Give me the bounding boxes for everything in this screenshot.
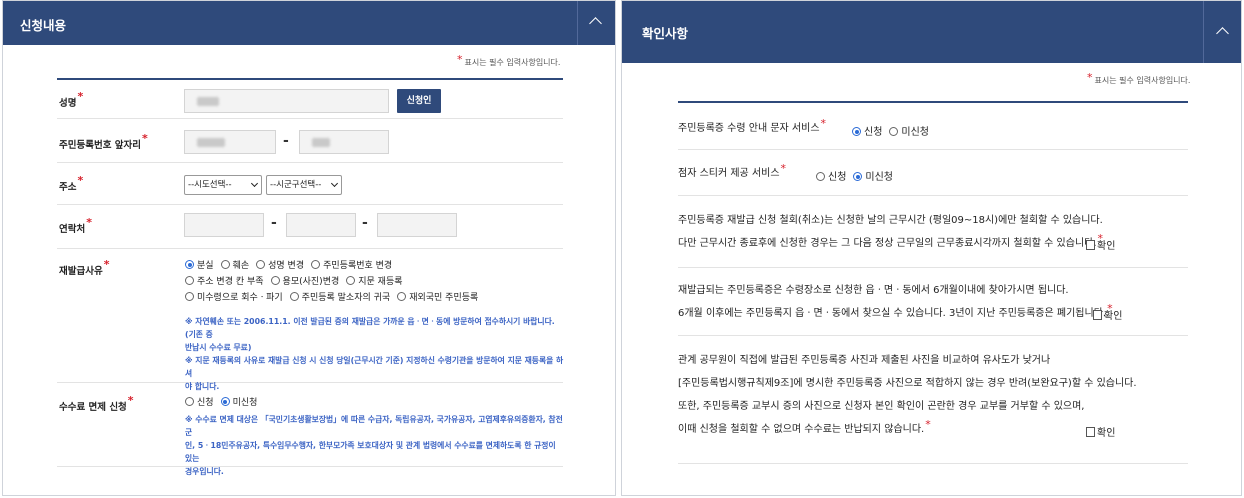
required-marker: *	[1087, 71, 1093, 84]
row-sms-service: 주민등록증 수령 안내 문자 서비스* 신청 미신청	[678, 103, 1188, 150]
row-braille-service: 점자 스티커 제공 서비스* 신청 미신청	[678, 150, 1188, 196]
required-note: * 표시는 필수 입력사항입니다.	[1086, 71, 1191, 88]
confirm-checkbox-3[interactable]: 확인	[1086, 424, 1115, 439]
collapse-toggle[interactable]	[1203, 1, 1241, 63]
row-pickup-notice: 재발급되는 주민등록증은 수령장소로 신청한 읍ㆍ면ㆍ동에서 6개월이내에 찾아…	[678, 268, 1188, 336]
chevron-down-icon	[250, 179, 259, 188]
radio-icon	[816, 172, 825, 181]
reason-option-photo-change[interactable]: 용모(사진)변경	[270, 274, 339, 287]
reason-option-uncollected[interactable]: 미수령으로 회수ㆍ파기	[185, 290, 283, 303]
radio-icon	[289, 292, 299, 301]
radio-selected-icon	[852, 127, 861, 136]
phone-label: 연락처*	[59, 216, 92, 235]
phone-part3-input[interactable]	[377, 213, 457, 237]
sigungu-select[interactable]: --시군구선택--	[266, 175, 342, 195]
rrn-back-input[interactable]	[299, 130, 389, 154]
fee-option-not-apply[interactable]: 미신청	[220, 395, 257, 408]
panel-header: 신청내용	[3, 1, 615, 45]
sms-label: 주민등록증 수령 안내 문자 서비스*	[678, 117, 827, 134]
phone-part1-input[interactable]	[184, 213, 264, 237]
sido-select[interactable]: --시도선택--	[184, 175, 262, 195]
phone-separator: -	[362, 215, 368, 231]
braille-label: 점자 스티커 제공 서비스*	[678, 162, 787, 179]
applicant-button[interactable]: 신청인	[397, 89, 441, 113]
reason-notes: ※ 자연훼손 또는 2006.11.1. 이전 발급된 증의 재발급은 가까운 …	[185, 317, 564, 391]
rrn-separator: -	[283, 133, 289, 149]
radio-icon	[220, 260, 230, 269]
reason-label: 재발급사유*	[59, 258, 110, 277]
radio-icon	[397, 292, 407, 301]
blurred-value	[312, 138, 330, 147]
fee-option-apply[interactable]: 신청	[185, 395, 214, 408]
braille-option-apply[interactable]: 신청	[816, 168, 846, 183]
radio-icon	[185, 397, 194, 406]
chevron-up-icon	[1216, 27, 1229, 40]
chevron-down-icon	[330, 179, 339, 188]
radio-icon	[185, 276, 194, 285]
required-note-text: 표시는 필수 입력사항입니다.	[464, 58, 561, 67]
sms-options: 신청 미신청	[852, 123, 936, 138]
reason-option-fingerprint[interactable]: 지문 재등록	[346, 274, 403, 287]
radio-selected-icon	[185, 260, 194, 269]
row-address: 주소* --시도선택-- --시군구선택--	[57, 163, 563, 205]
notice-text: 재발급되는 주민등록증은 수령장소로 신청한 읍ㆍ면ㆍ동에서 6개월이내에 찾아…	[678, 285, 1113, 319]
notice-text: 관계 공무원이 직접에 발급된 주민등록증 사진과 제출된 사진을 비교하여 유…	[678, 355, 1137, 435]
confirm-checkbox-1[interactable]: 확인	[1086, 237, 1115, 252]
reason-option-return[interactable]: 주민등록 말소자의 귀국	[289, 290, 390, 303]
braille-option-not-apply[interactable]: 미신청	[853, 168, 893, 183]
radio-icon	[270, 276, 280, 285]
panel-title: 신청내용	[20, 18, 67, 33]
fee-notes: ※ 수수료 면제 대상은 「국민기초생활보장법」에 따른 수급자, 독립유공자,…	[185, 415, 563, 476]
reason-option-rrn-change[interactable]: 주민등록번호 변경	[311, 258, 392, 271]
reason-option-overseas[interactable]: 재외국민 주민등록	[397, 290, 478, 303]
reason-option-lost[interactable]: 분실	[185, 258, 214, 271]
row-withdrawal-notice: 주민등록증 재발급 신청 철회(취소)는 신청한 날의 근무시간 (평일09~1…	[678, 196, 1188, 268]
radio-icon	[889, 127, 899, 136]
rrn-front-input[interactable]	[184, 130, 276, 154]
row-fee-exemption: 수수료 면제 신청* 신청 미신청 ※ 수수료 면제 대상은 「국민기초생활보장법…	[57, 383, 563, 476]
blurred-value	[197, 138, 225, 147]
radio-icon	[311, 260, 321, 269]
checkbox-icon	[1086, 240, 1095, 250]
reason-option-damaged[interactable]: 훼손	[220, 258, 249, 271]
fee-options: 신청 미신청	[185, 395, 264, 411]
name-label: 성명*	[59, 90, 84, 109]
collapse-toggle[interactable]	[577, 1, 615, 45]
row-photo-notice: 관계 공무원이 직접에 발급된 주민등록증 사진과 제출된 사진을 비교하여 유…	[678, 336, 1188, 464]
notice-text: 주민등록증 재발급 신청 철회(취소)는 신청한 날의 근무시간 (평일09~1…	[678, 215, 1104, 249]
row-rrn: 주민등록번호 앞자리* -	[57, 119, 563, 163]
reason-option-name-change[interactable]: 성명 변경	[256, 258, 304, 271]
blurred-value	[197, 97, 219, 106]
panel-title: 확인사항	[642, 26, 689, 41]
fee-label: 수수료 면제 신청*	[59, 394, 134, 413]
radio-icon	[185, 292, 194, 301]
checkbox-icon	[1086, 427, 1095, 437]
phone-separator: -	[271, 215, 277, 231]
radio-icon	[256, 260, 266, 269]
row-phone: 연락처* - -	[57, 205, 563, 249]
confirm-checkbox-2[interactable]: 확인	[1093, 307, 1122, 322]
confirmation-panel: 확인사항 * 표시는 필수 입력사항입니다. 주민등록증 수령 안내 문자 서비스…	[621, 0, 1242, 496]
braille-options: 신청 미신청	[816, 168, 900, 183]
application-panel: 신청내용 * 표시는 필수 입력사항입니다. 성명* 신청인 주민등록번호 앞자리…	[2, 0, 616, 496]
rrn-label: 주민등록번호 앞자리*	[59, 132, 148, 151]
required-note: * 표시는 필수 입력사항입니다.	[456, 53, 561, 70]
reason-option-address-space[interactable]: 주소 변경 칸 부족	[185, 274, 264, 287]
sms-option-not-apply[interactable]: 미신청	[889, 123, 929, 138]
row-reissue-reason: 재발급사유* 분실 훼손 성명 변경 주민등록번호 변경 주소 변경 칸 부족 용모(사…	[57, 249, 563, 391]
address-label: 주소*	[59, 174, 84, 193]
row-name: 성명* 신청인	[57, 80, 563, 119]
name-input[interactable]	[184, 89, 389, 113]
chevron-up-icon	[589, 17, 602, 30]
radio-icon	[346, 276, 356, 285]
radio-selected-icon	[220, 397, 230, 406]
sms-option-apply[interactable]: 신청	[852, 123, 882, 138]
phone-part2-input[interactable]	[286, 213, 356, 237]
required-note-text: 표시는 필수 입력사항입니다.	[1094, 76, 1191, 85]
radio-selected-icon	[853, 172, 863, 181]
checkbox-icon	[1093, 310, 1102, 320]
reason-options: 분실 훼손 성명 변경 주민등록번호 변경 주소 변경 칸 부족 용모(사진)변경 지문 …	[185, 258, 485, 306]
panel-header: 확인사항	[622, 1, 1241, 63]
required-marker: *	[457, 53, 463, 66]
